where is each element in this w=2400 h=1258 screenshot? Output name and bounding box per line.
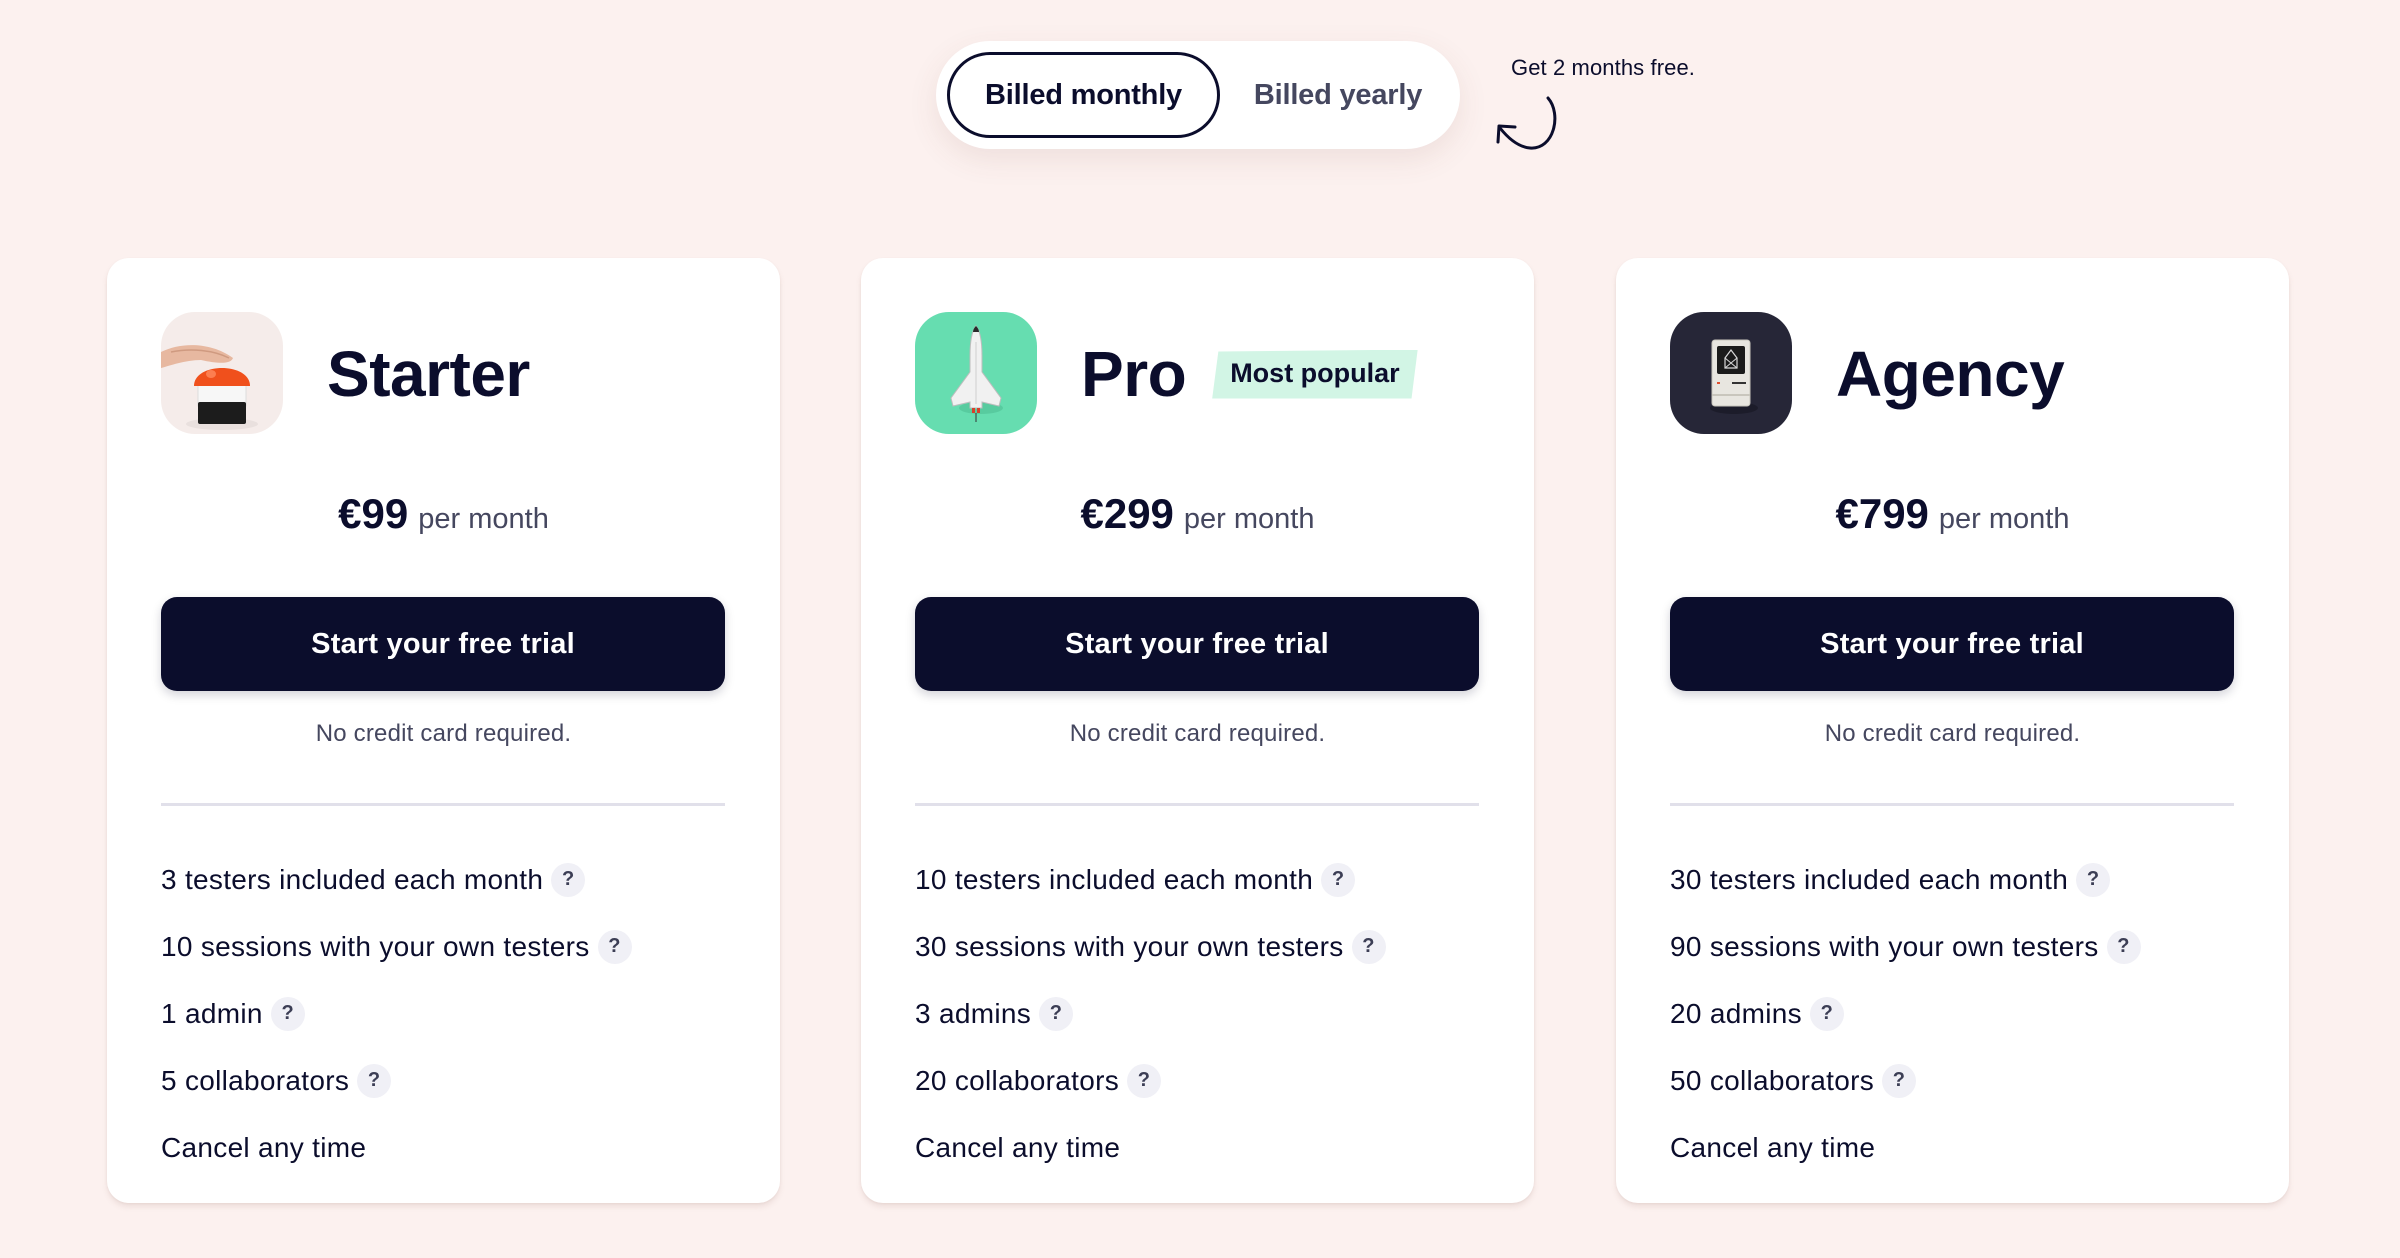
feature-item: 30 testers included each month? — [1670, 846, 2141, 913]
price-period: per month — [1938, 503, 2070, 535]
plan-name: Agency — [1836, 338, 2065, 410]
price-amount: €99 — [338, 490, 409, 537]
help-icon[interactable]: ? — [1351, 929, 1386, 964]
plan-card-starter: Starter €99 per month Start your free tr… — [107, 258, 780, 1203]
billed-yearly-option[interactable]: Billed yearly — [1228, 52, 1448, 138]
feature-item: 10 sessions with your own testers? — [161, 913, 632, 980]
feature-text: 20 collaborators — [915, 1064, 1120, 1096]
start-free-trial-button[interactable]: Start your free trial — [161, 597, 725, 691]
feature-item: 1 admin? — [161, 980, 632, 1047]
plan-header: Pro Most popular — [1081, 334, 1418, 414]
feature-list: 30 testers included each month? 90 sessi… — [1670, 846, 2141, 1181]
feature-item: 3 testers included each month? — [161, 846, 632, 913]
price-amount: €299 — [1080, 490, 1174, 537]
feature-text: 10 testers included each month — [915, 863, 1314, 895]
plan-header: Agency — [1836, 334, 2065, 414]
price: €299 per month — [861, 490, 1534, 538]
feature-text: 3 testers included each month — [161, 863, 544, 895]
feature-text: 50 collaborators — [1670, 1064, 1875, 1096]
no-credit-card-note: No credit card required. — [1069, 720, 1326, 747]
curved-arrow-icon — [1496, 96, 1557, 150]
help-icon[interactable]: ? — [357, 1063, 392, 1098]
price-amount: €799 — [1835, 490, 1929, 537]
help-icon[interactable]: ? — [1809, 996, 1844, 1031]
feature-item: 5 collaborators? — [161, 1047, 632, 1114]
most-popular-badge: Most popular — [1212, 350, 1418, 399]
pricing-page: Billed monthly Billed yearly Get 2 month… — [0, 0, 2400, 1258]
feature-item: 20 collaborators? — [915, 1047, 1386, 1114]
feature-text: 30 sessions with your own testers — [915, 930, 1344, 962]
feature-text: 20 admins — [1670, 997, 1802, 1029]
feature-item: 3 admins? — [915, 980, 1386, 1047]
feature-list: 3 testers included each month? 10 sessio… — [161, 846, 632, 1181]
feature-item: 90 sessions with your own testers? — [1670, 913, 2141, 980]
start-free-trial-button[interactable]: Start your free trial — [1670, 597, 2234, 691]
plan-name: Starter — [327, 338, 530, 410]
help-icon[interactable]: ? — [270, 996, 305, 1031]
help-icon[interactable]: ? — [597, 929, 632, 964]
feature-item: Cancel any time — [915, 1114, 1386, 1181]
divider — [915, 803, 1479, 806]
divider — [161, 803, 725, 806]
no-credit-card-note: No credit card required. — [315, 720, 572, 747]
feature-item: Cancel any time — [1670, 1114, 2141, 1181]
help-icon[interactable]: ? — [2076, 862, 2111, 897]
no-credit-card-note: No credit card required. — [1824, 720, 2081, 747]
retro-computer-icon — [1670, 312, 1792, 434]
help-icon[interactable]: ? — [1321, 862, 1356, 897]
price: €99 per month — [107, 490, 780, 538]
billing-toggle: Billed monthly Billed yearly — [936, 41, 1460, 149]
plan-header: Starter — [327, 334, 530, 414]
feature-item: 30 sessions with your own testers? — [915, 913, 1386, 980]
feature-list: 10 testers included each month? 30 sessi… — [915, 846, 1386, 1181]
feature-text: 5 collaborators — [161, 1064, 350, 1096]
feature-text: 30 testers included each month — [1670, 863, 2069, 895]
feature-text: 1 admin — [161, 997, 263, 1029]
feature-item: 10 testers included each month? — [915, 846, 1386, 913]
help-icon[interactable]: ? — [1039, 996, 1074, 1031]
plan-name: Pro — [1081, 338, 1187, 410]
feature-text: Cancel any time — [161, 1131, 367, 1163]
plan-card-pro: Pro Most popular €299 per month Start yo… — [861, 258, 1534, 1203]
help-icon[interactable]: ? — [551, 862, 586, 897]
billed-monthly-option[interactable]: Billed monthly — [947, 52, 1220, 138]
promo-note: Get 2 months free. — [1511, 55, 1695, 80]
feature-item: Cancel any time — [161, 1114, 632, 1181]
feature-item: 20 admins? — [1670, 980, 2141, 1047]
price-period: per month — [1183, 503, 1315, 535]
feature-text: Cancel any time — [1670, 1131, 1876, 1163]
help-icon[interactable]: ? — [1882, 1063, 1917, 1098]
start-free-trial-button[interactable]: Start your free trial — [915, 597, 1479, 691]
price-period: per month — [418, 503, 549, 535]
feature-text: 3 admins — [915, 997, 1032, 1029]
price: €799 per month — [1616, 490, 2289, 538]
plan-card-agency: Agency €799 per month Start your free tr… — [1616, 258, 2289, 1203]
feature-text: Cancel any time — [915, 1131, 1121, 1163]
feature-text: 90 sessions with your own testers — [1670, 930, 2099, 962]
help-icon[interactable]: ? — [1127, 1063, 1162, 1098]
space-shuttle-icon — [915, 312, 1037, 434]
feature-text: 10 sessions with your own testers — [161, 930, 590, 962]
divider — [1670, 803, 2234, 806]
help-icon[interactable]: ? — [2106, 929, 2141, 964]
red-push-button-icon — [161, 312, 283, 434]
feature-item: 50 collaborators? — [1670, 1047, 2141, 1114]
